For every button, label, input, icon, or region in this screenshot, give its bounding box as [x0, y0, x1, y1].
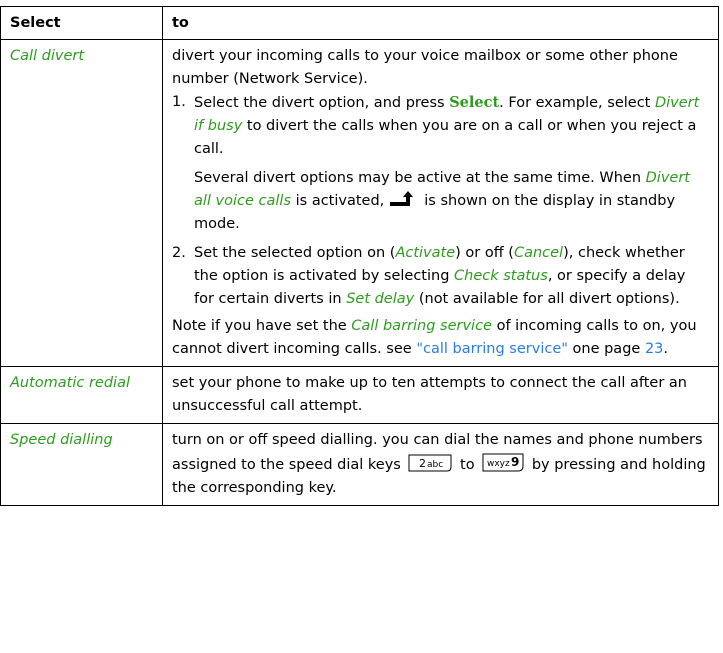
menu-item-speed-dialling: Speed dialling	[10, 432, 113, 448]
call-divert-intro: divert your incoming calls to your voice…	[172, 48, 678, 87]
step-1-note: Several divert options may be active at …	[194, 170, 690, 232]
menu-item-call-divert: Call divert	[10, 48, 85, 64]
key-2abc-icon: 2 abc	[408, 454, 452, 472]
select-softkey: Select	[449, 94, 500, 111]
step-number: 1.	[172, 94, 186, 110]
key-9wxyz-digit: 9	[511, 455, 519, 469]
divert-active-icon	[390, 191, 414, 206]
option-cancel: Cancel	[513, 245, 564, 261]
row-name-cell: Call divert	[0, 39, 163, 367]
option-call-barring-service: Call barring service	[351, 318, 492, 334]
menu-item-automatic-redial: Automatic redial	[10, 375, 131, 391]
page-23-link[interactable]: 23	[645, 341, 663, 357]
row-desc-cell: turn on or off speed dialling. you can d…	[162, 423, 719, 506]
key-2abc-digit: 2	[419, 457, 426, 470]
header-select: Select	[0, 6, 163, 40]
key-9wxyz-icon: wxyz 9	[482, 453, 524, 472]
step-2: 2. Set the selected option on (Activate) …	[172, 242, 709, 311]
step-1: 1. Select the divert option, and press Se…	[172, 91, 709, 236]
call-divert-steps: 1. Select the divert option, and press Se…	[172, 91, 709, 311]
settings-table: Select to Call divert divert your incomi…	[0, 6, 719, 506]
row-name-cell: Speed dialling	[0, 423, 163, 506]
option-activate: Activate	[395, 245, 456, 261]
table-row: Speed dialling turn on or off speed dial…	[0, 423, 719, 506]
table-row: Call divert divert your incoming calls t…	[0, 39, 719, 367]
header-to: to	[162, 6, 719, 40]
key-2abc-letters: abc	[427, 460, 443, 470]
header-row: Select to	[0, 6, 719, 40]
key-9wxyz-letters: wxyz	[487, 459, 510, 469]
step-number: 2.	[172, 245, 186, 261]
option-set-delay: Set delay	[346, 291, 415, 307]
row-name-cell: Automatic redial	[0, 366, 163, 424]
option-check-status: Check status	[454, 268, 548, 284]
call-barring-note: Note if you have set the Call barring se…	[172, 318, 697, 357]
table-row: Automatic redial set your phone to make …	[0, 366, 719, 424]
row-desc-cell: divert your incoming calls to your voice…	[162, 39, 719, 367]
call-barring-service-link[interactable]: "call barring service"	[416, 341, 568, 357]
row-desc-cell: set your phone to make up to ten attempt…	[162, 366, 719, 424]
